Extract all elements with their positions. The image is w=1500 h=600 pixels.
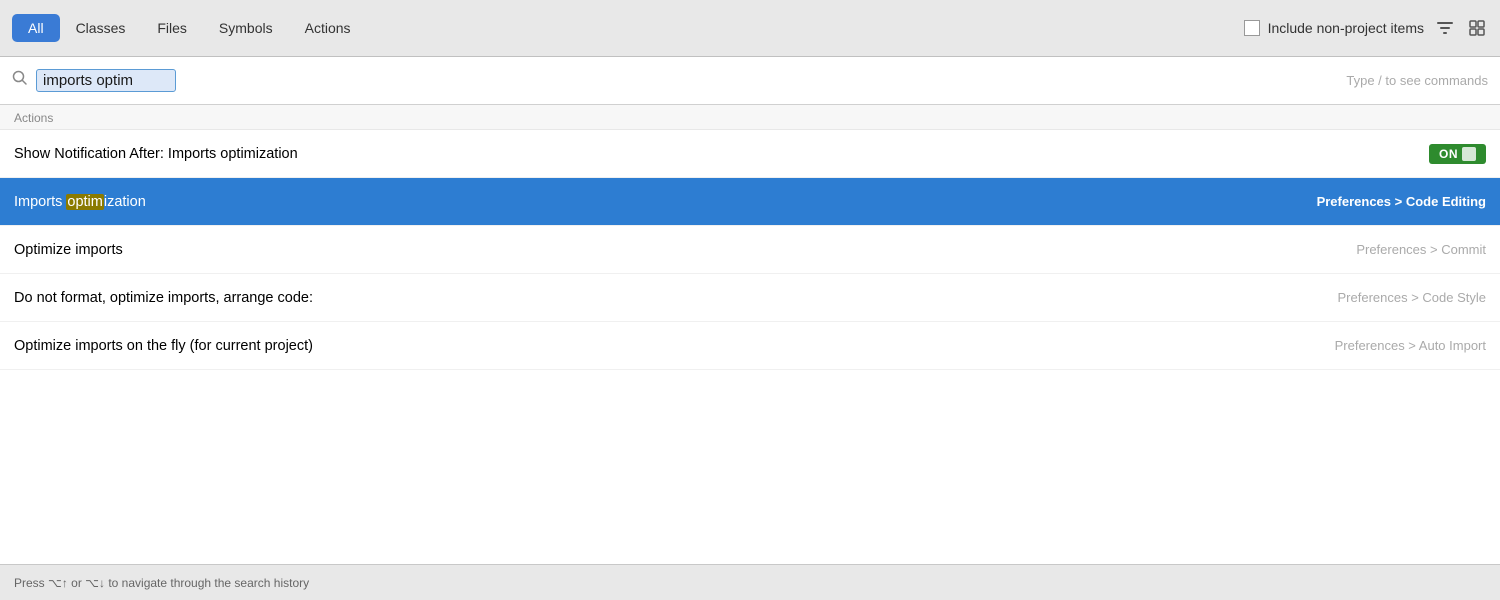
include-label: Include non-project items (1268, 20, 1424, 36)
result-meta-show-notification: ON (1429, 144, 1486, 164)
layout-icon[interactable] (1466, 17, 1488, 39)
search-input[interactable]: imports optim (36, 69, 176, 92)
result-label-show-notification: Show Notification After: Imports optimiz… (14, 146, 1429, 162)
result-label-imports-optimization: Imports optimization (14, 194, 1317, 210)
toggle-slider (1462, 147, 1476, 161)
section-label-actions: Actions (0, 105, 1500, 130)
result-row-optimize-imports-fly[interactable]: Optimize imports on the fly (for current… (0, 322, 1500, 370)
search-icon (12, 70, 28, 91)
result-meta-optimize-imports: Preferences > Commit (1356, 242, 1486, 257)
result-meta-optimize-imports-fly: Preferences > Auto Import (1335, 338, 1486, 353)
result-row-optimize-imports[interactable]: Optimize imports Preferences > Commit (0, 226, 1500, 274)
include-checkbox[interactable] (1244, 20, 1260, 36)
tab-bar-right: Include non-project items (1244, 17, 1488, 39)
tab-bar: All Classes Files Symbols Actions Includ… (0, 0, 1500, 57)
result-label-optimize-imports: Optimize imports (14, 242, 1356, 258)
filter-icon[interactable] (1434, 17, 1456, 39)
tab-symbols[interactable]: Symbols (203, 14, 289, 42)
result-row-do-not-format[interactable]: Do not format, optimize imports, arrange… (0, 274, 1500, 322)
result-label-do-not-format: Do not format, optimize imports, arrange… (14, 290, 1338, 306)
tab-files[interactable]: Files (141, 14, 203, 42)
search-hint: Type / to see commands (1346, 73, 1488, 88)
tab-classes[interactable]: Classes (60, 14, 142, 42)
status-text: Press ⌥↑ or ⌥↓ to navigate through the s… (14, 576, 309, 590)
result-row-imports-optimization[interactable]: Imports optimization Preferences > Code … (0, 178, 1500, 226)
tab-all[interactable]: All (12, 14, 60, 42)
status-bar: Press ⌥↑ or ⌥↓ to navigate through the s… (0, 564, 1500, 600)
result-row-show-notification[interactable]: Show Notification After: Imports optimiz… (0, 130, 1500, 178)
toggle-on[interactable]: ON (1429, 144, 1486, 164)
result-label-optimize-imports-fly: Optimize imports on the fly (for current… (14, 338, 1335, 354)
results-area: Actions Show Notification After: Imports… (0, 105, 1500, 564)
include-non-project-area[interactable]: Include non-project items (1244, 20, 1424, 36)
result-meta-do-not-format: Preferences > Code Style (1338, 290, 1487, 305)
result-meta-imports-optimization: Preferences > Code Editing (1317, 194, 1486, 209)
search-bar: imports optim Type / to see commands (0, 57, 1500, 105)
tab-actions[interactable]: Actions (289, 14, 367, 42)
